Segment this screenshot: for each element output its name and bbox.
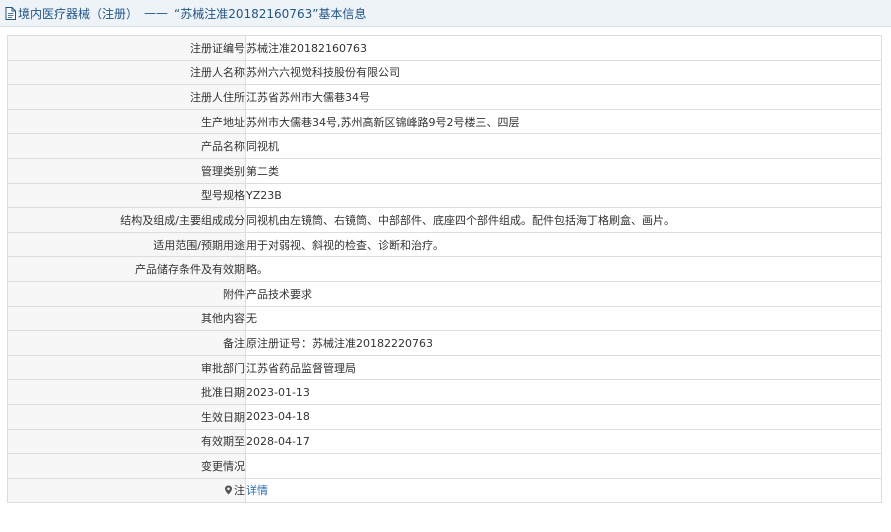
header-separator: —— — [144, 6, 169, 20]
field-value: 无 — [245, 305, 882, 332]
info-table: 注册证编号 苏械注准20182160763 注册人名称 苏州六六视觉科技股份有限公司注… — [7, 35, 882, 504]
field-label: 型号规格 — [7, 182, 246, 209]
table-row: 附件 产品技术要求 — [7, 280, 882, 307]
table-row: 备注 原注册证号：苏械注准20182220763 — [7, 330, 882, 356]
field-label: 管理类别 — [7, 157, 246, 184]
field-label: 附件 — [7, 280, 246, 307]
table-row: 产品名称 同视机 — [7, 133, 882, 159]
field-label: 适用范围/预期用途 — [7, 231, 246, 258]
table-row: 生产地址 苏州市大儒巷34号,苏州高新区锦峰路9号2号楼三、四层 — [7, 108, 882, 135]
field-label: 生效日期 — [7, 403, 246, 430]
table-row: 注册人住所 江苏省苏州市大儒巷34号 — [7, 84, 882, 110]
table-row: 生效日期 2023-04-18 — [7, 403, 882, 430]
field-value: 2023-01-13 — [245, 379, 882, 405]
field-value: 江苏省药品监督管理局 — [245, 354, 882, 381]
field-value: 江苏省苏州市大儒巷34号 — [245, 84, 882, 110]
table-row: 批准日期 2023-01-13 — [7, 379, 882, 405]
field-value: 同视机 — [245, 133, 882, 159]
table-row: 产品储存条件及有效期 略。 — [7, 256, 882, 282]
field-value: 同视机由左镜筒、右镜筒、中部部件、底座四个部件组成。配件包括海丁格刷盒、画片。 — [245, 207, 882, 233]
field-label: 产品名称 — [7, 133, 246, 159]
field-label: 变更情况 — [7, 453, 246, 479]
table-row: 适用范围/预期用途 用于对弱视、斜视的检查、诊断和治疗。 — [7, 231, 882, 258]
table-row: 注册证编号 苏械注准20182160763 — [7, 35, 882, 61]
field-value: 产品技术要求 — [245, 280, 882, 307]
field-label: 注册人名称 — [7, 59, 246, 86]
field-label: 备注 — [7, 330, 246, 356]
field-value: 2028-04-17 — [245, 428, 882, 455]
note-label: 注 — [234, 484, 245, 498]
header-category: 境内医疗器械（注册） — [18, 6, 139, 21]
note-row: 注详情 — [7, 477, 882, 504]
field-label: 有效期至 — [7, 428, 246, 455]
note-label-cell: 注 — [7, 477, 246, 504]
field-value: 原注册证号：苏械注准20182220763 — [245, 330, 882, 356]
table-row: 型号规格 YZ23B — [7, 182, 882, 209]
table-row: 注册人名称 苏州六六视觉科技股份有限公司 — [7, 59, 882, 86]
field-value: 第二类 — [245, 157, 882, 184]
field-label: 结构及组成/主要组成成分 — [7, 207, 246, 233]
pin-icon — [225, 485, 232, 495]
note-value-cell: 详情 — [245, 477, 882, 504]
field-value: 苏械注准20182160763 — [245, 35, 882, 61]
field-value — [245, 453, 882, 479]
field-value: 用于对弱视、斜视的检查、诊断和治疗。 — [245, 231, 882, 258]
field-label: 注册人住所 — [7, 84, 246, 110]
table-row: 结构及组成/主要组成成分 同视机由左镜筒、右镜筒、中部部件、底座四个部件组成。配件… — [7, 207, 882, 233]
table-row: 变更情况 — [7, 453, 882, 479]
table-row: 其他内容无 — [7, 305, 882, 332]
header-title: “苏械注准20182160763”基本信息 — [174, 6, 367, 21]
document-icon — [5, 6, 16, 20]
field-value: 苏州六六视觉科技股份有限公司 — [245, 59, 882, 86]
field-label: 批准日期 — [7, 379, 246, 405]
table-row: 有效期至 2028-04-17 — [7, 428, 882, 455]
field-value: 苏州市大儒巷34号,苏州高新区锦峰路9号2号楼三、四层 — [245, 108, 882, 135]
table-row: 管理类别 第二类 — [7, 157, 882, 184]
details-link[interactable]: 详情 — [247, 484, 269, 497]
field-label: 审批部门 — [7, 354, 246, 381]
field-value: 略。 — [245, 256, 882, 282]
page-header: 境内医疗器械（注册） —— “苏械注准20182160763”基本信息 — [0, 0, 891, 27]
field-label: 注册证编号 — [7, 35, 246, 61]
field-value: YZ23B — [245, 182, 882, 209]
table-row: 审批部门 江苏省药品监督管理局 — [7, 354, 882, 381]
field-label: 产品储存条件及有效期 — [7, 256, 246, 282]
field-value: 2023-04-18 — [245, 403, 882, 430]
field-label: 其他内容 — [7, 305, 246, 332]
field-label: 生产地址 — [7, 108, 246, 135]
